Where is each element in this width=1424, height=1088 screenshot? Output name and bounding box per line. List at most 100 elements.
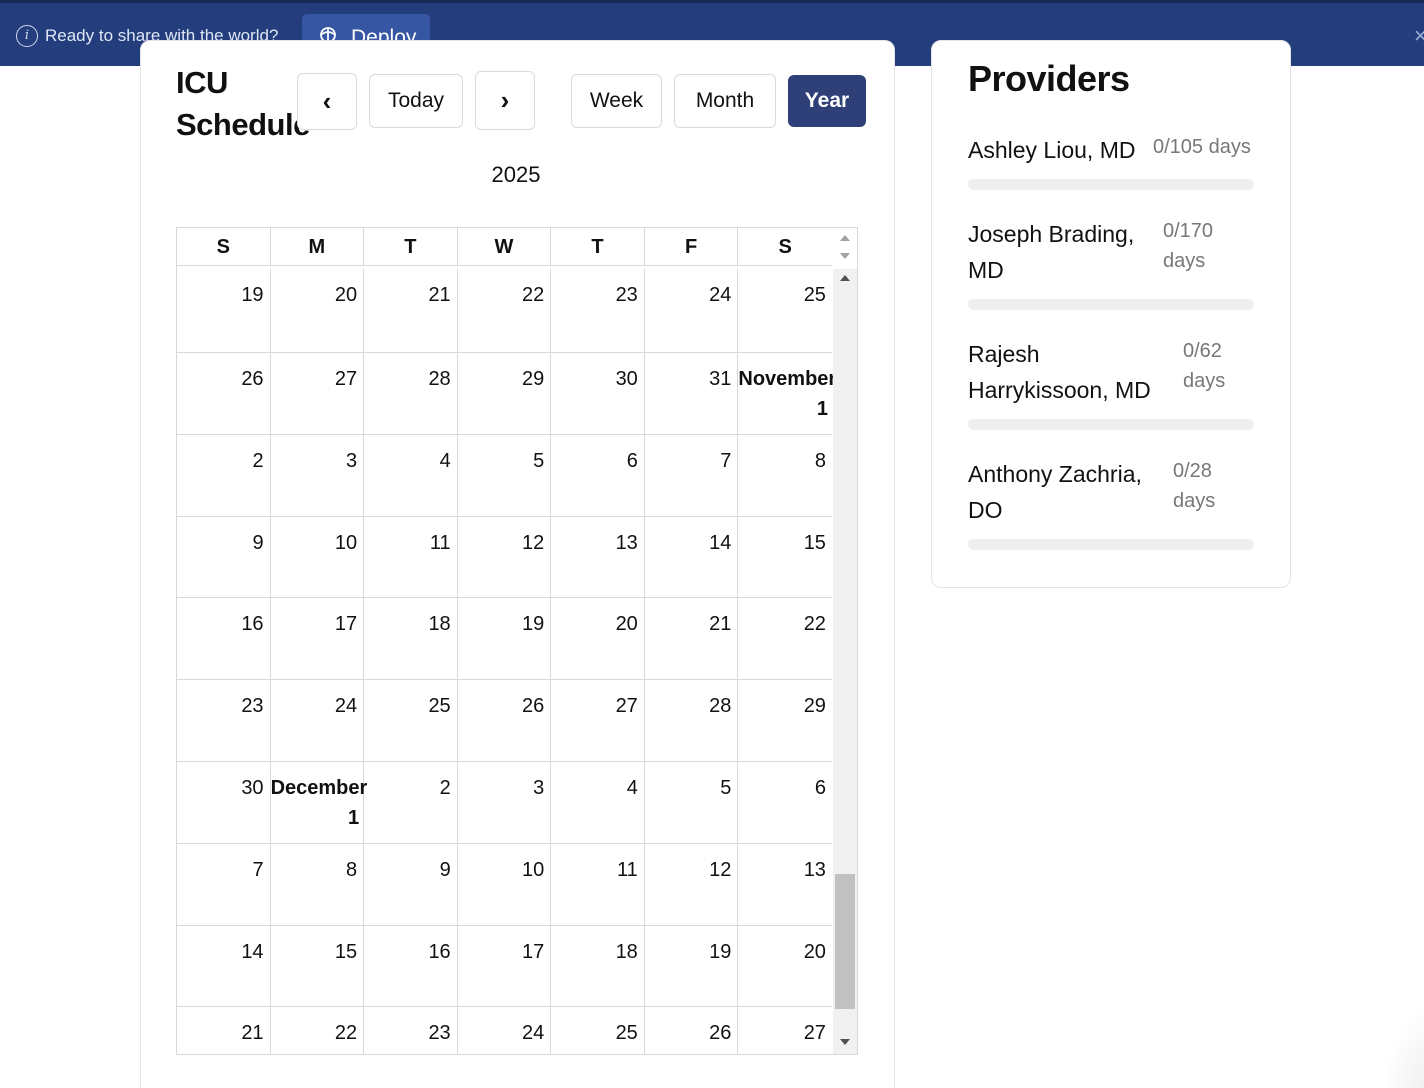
day-cell[interactable]: 8	[271, 843, 365, 925]
day-cell[interactable]: November 1	[738, 353, 836, 434]
day-cell[interactable]: 27	[551, 680, 645, 761]
day-cell[interactable]: 7	[645, 434, 739, 516]
scroll-down-icon[interactable]	[840, 253, 850, 259]
day-cell[interactable]: 4	[551, 761, 645, 843]
day-cell[interactable]: 6	[551, 434, 645, 516]
day-cell[interactable]: 21	[364, 269, 458, 352]
day-number: 25	[615, 1022, 638, 1045]
day-number: 1	[348, 806, 360, 829]
day-number: 26	[709, 1022, 732, 1045]
year-view-button[interactable]: Year	[788, 75, 866, 127]
day-cell[interactable]: 2	[177, 434, 271, 516]
day-cell[interactable]: 24	[271, 680, 365, 761]
day-cell[interactable]: 15	[271, 925, 365, 1007]
calendar-scrollbar[interactable]	[833, 269, 857, 1054]
day-cell[interactable]: 11	[364, 516, 458, 598]
provider-progress	[968, 299, 1254, 310]
day-cell[interactable]: 30	[177, 761, 271, 843]
day-cell[interactable]: 7	[177, 843, 271, 925]
day-cell[interactable]: 30	[551, 353, 645, 434]
month-view-button[interactable]: Month	[674, 74, 776, 128]
day-cell[interactable]: 8	[738, 435, 832, 516]
day-cell[interactable]: 3	[271, 434, 365, 516]
day-cell[interactable]: 23	[177, 680, 271, 761]
day-cell[interactable]: 22	[271, 1007, 365, 1054]
day-number: 5	[720, 776, 732, 799]
day-cell[interactable]: 10	[458, 843, 552, 925]
day-cell[interactable]: 27	[738, 1007, 832, 1054]
day-cell[interactable]: 11	[551, 843, 645, 925]
day-number: 15	[334, 940, 358, 963]
day-cell[interactable]: 21	[177, 1007, 271, 1054]
day-cell[interactable]: 19	[458, 598, 552, 680]
day-cell[interactable]: 10	[271, 516, 365, 598]
day-cell[interactable]: 5	[458, 434, 552, 516]
day-cell[interactable]: 23	[551, 269, 645, 352]
day-cell[interactable]: 24	[645, 269, 739, 352]
provider-name: Anthony Zachria, DO	[968, 461, 1142, 523]
day-cell[interactable]: 18	[551, 925, 645, 1007]
day-cell[interactable]: 3	[458, 761, 552, 843]
provider-name: Rajesh Harrykissoon, MD	[968, 341, 1151, 403]
header-scrollbar[interactable]	[833, 228, 857, 266]
close-icon[interactable]: ×	[1414, 23, 1424, 49]
day-cell[interactable]: 9	[177, 516, 271, 598]
day-cell[interactable]: 13	[738, 844, 832, 925]
day-cell[interactable]: 5	[645, 761, 739, 843]
day-cell[interactable]: 14	[645, 516, 739, 598]
day-cell[interactable]: 21	[645, 598, 739, 680]
day-cell[interactable]: 18	[364, 598, 458, 680]
day-number: 28	[709, 695, 732, 718]
week-view-button[interactable]: Week	[571, 74, 662, 128]
day-number: 11	[429, 531, 451, 554]
scrollbar-thumb[interactable]	[835, 874, 855, 1009]
prev-button[interactable]: ‹	[297, 73, 357, 130]
scroll-up-icon[interactable]	[840, 275, 850, 281]
day-cell[interactable]: 25	[364, 680, 458, 761]
day-cell[interactable]: 16	[177, 598, 271, 680]
day-cell[interactable]: 22	[738, 598, 832, 679]
scroll-down-icon[interactable]	[840, 1039, 850, 1045]
day-cell[interactable]: 6	[738, 762, 832, 843]
day-cell[interactable]: 16	[364, 925, 458, 1007]
day-cell[interactable]: 20	[271, 269, 365, 352]
day-cell[interactable]: 2	[364, 761, 458, 843]
day-cell[interactable]: 25	[551, 1007, 645, 1054]
week-row: 19 20 21 22 23 24 25	[177, 269, 832, 352]
day-cell[interactable]: 14	[177, 925, 271, 1007]
day-cell[interactable]: 29	[738, 680, 832, 761]
day-cell[interactable]: 24	[458, 1007, 552, 1054]
day-cell[interactable]: 15	[738, 517, 832, 598]
day-number: 16	[241, 613, 264, 636]
day-cell[interactable]: December 1	[271, 761, 367, 843]
day-cell[interactable]: 26	[458, 680, 552, 761]
day-cell[interactable]: 20	[738, 926, 832, 1007]
day-cell[interactable]: 22	[458, 269, 552, 352]
weekday-header: W	[458, 228, 552, 266]
week-row: 14 15 16 17 18 19 20	[177, 924, 832, 1007]
day-cell[interactable]: 28	[364, 353, 458, 434]
day-cell[interactable]: 4	[364, 434, 458, 516]
day-cell[interactable]: 12	[645, 843, 739, 925]
day-cell[interactable]: 13	[551, 516, 645, 598]
day-cell[interactable]: 17	[458, 925, 552, 1007]
day-number: 7	[720, 449, 732, 472]
day-cell[interactable]: 9	[364, 843, 458, 925]
day-cell[interactable]: 17	[271, 598, 365, 680]
day-cell[interactable]: 29	[458, 353, 552, 434]
day-cell[interactable]: 31	[645, 353, 739, 434]
next-button[interactable]: ›	[475, 71, 535, 130]
day-number: 23	[241, 695, 264, 718]
day-cell[interactable]: 27	[271, 353, 365, 434]
scroll-up-icon[interactable]	[840, 235, 850, 241]
day-cell[interactable]: 26	[177, 353, 271, 434]
day-cell[interactable]: 19	[645, 925, 739, 1007]
day-cell[interactable]: 19	[177, 269, 271, 352]
day-cell[interactable]: 26	[645, 1007, 739, 1054]
day-cell[interactable]: 25	[738, 269, 832, 352]
day-cell[interactable]: 12	[458, 516, 552, 598]
day-cell[interactable]: 28	[645, 680, 739, 761]
day-cell[interactable]: 23	[364, 1007, 458, 1054]
day-cell[interactable]: 20	[551, 598, 645, 680]
today-button[interactable]: Today	[369, 74, 463, 128]
